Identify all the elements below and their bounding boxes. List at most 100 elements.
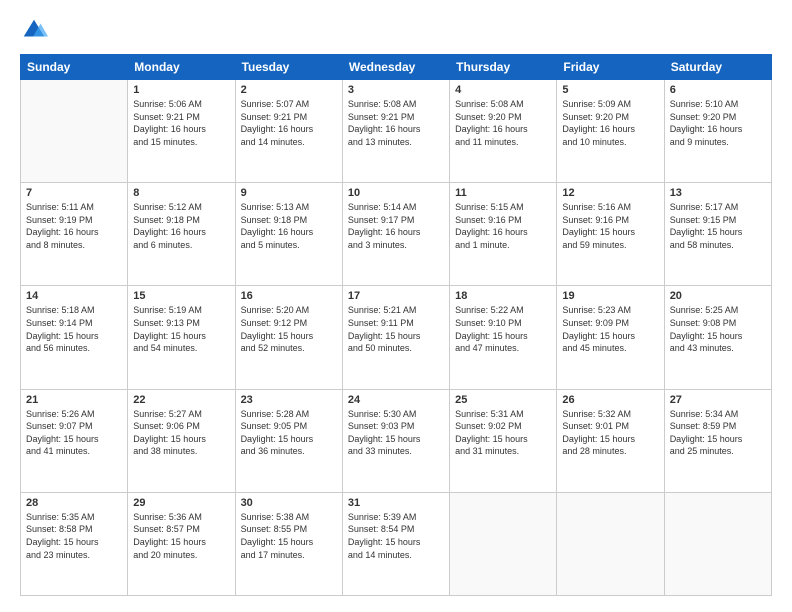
day-info: Sunrise: 5:18 AM Sunset: 9:14 PM Dayligh… [26, 304, 122, 354]
weekday-header-wednesday: Wednesday [342, 55, 449, 80]
day-info: Sunrise: 5:14 AM Sunset: 9:17 PM Dayligh… [348, 201, 444, 251]
day-number: 21 [26, 394, 122, 406]
day-number: 12 [562, 187, 658, 199]
day-number: 6 [670, 84, 766, 96]
day-info: Sunrise: 5:36 AM Sunset: 8:57 PM Dayligh… [133, 511, 229, 561]
day-info: Sunrise: 5:17 AM Sunset: 9:15 PM Dayligh… [670, 201, 766, 251]
day-number: 11 [455, 187, 551, 199]
logo-icon [20, 16, 48, 44]
calendar-cell: 26 Sunrise: 5:32 AM Sunset: 9:01 PM Dayli… [557, 389, 664, 492]
day-info: Sunrise: 5:31 AM Sunset: 9:02 PM Dayligh… [455, 408, 551, 458]
day-info: Sunrise: 5:08 AM Sunset: 9:21 PM Dayligh… [348, 98, 444, 148]
calendar-cell: 21 Sunrise: 5:26 AM Sunset: 9:07 PM Dayli… [21, 389, 128, 492]
calendar-cell: 13Sunrise: 5:17 AM Sunset: 9:15 PM Dayli… [664, 183, 771, 286]
calendar-cell: 16Sunrise: 5:20 AM Sunset: 9:12 PM Dayli… [235, 286, 342, 389]
day-info: Sunrise: 5:15 AM Sunset: 9:16 PM Dayligh… [455, 201, 551, 251]
calendar-table: SundayMondayTuesdayWednesdayThursdayFrid… [20, 54, 772, 596]
calendar-week-row: 28 Sunrise: 5:35 AM Sunset: 8:58 PM Dayli… [21, 492, 772, 595]
calendar-cell: 5 Sunrise: 5:09 AM Sunset: 9:20 PM Daylig… [557, 80, 664, 183]
weekday-header-saturday: Saturday [664, 55, 771, 80]
day-number: 10 [348, 187, 444, 199]
day-number: 19 [562, 290, 658, 302]
day-info: Sunrise: 5:23 AM Sunset: 9:09 PM Dayligh… [562, 304, 658, 354]
day-info: Sunrise: 5:07 AM Sunset: 9:21 PM Dayligh… [241, 98, 337, 148]
calendar-week-row: 1 Sunrise: 5:06 AM Sunset: 9:21 PM Daylig… [21, 80, 772, 183]
day-info: Sunrise: 5:38 AM Sunset: 8:55 PM Dayligh… [241, 511, 337, 561]
calendar-cell: 3 Sunrise: 5:08 AM Sunset: 9:21 PM Daylig… [342, 80, 449, 183]
calendar-cell [557, 492, 664, 595]
day-info: Sunrise: 5:25 AM Sunset: 9:08 PM Dayligh… [670, 304, 766, 354]
calendar-week-row: 7 Sunrise: 5:11 AM Sunset: 9:19 PM Daylig… [21, 183, 772, 286]
day-info: Sunrise: 5:27 AM Sunset: 9:06 PM Dayligh… [133, 408, 229, 458]
calendar-cell: 17 Sunrise: 5:21 AM Sunset: 9:11 PM Dayli… [342, 286, 449, 389]
day-info: Sunrise: 5:20 AM Sunset: 9:12 PM Dayligh… [241, 304, 337, 354]
day-number: 27 [670, 394, 766, 406]
calendar-cell: 6 Sunrise: 5:10 AM Sunset: 9:20 PM Daylig… [664, 80, 771, 183]
weekday-header-friday: Friday [557, 55, 664, 80]
calendar-cell: 2 Sunrise: 5:07 AM Sunset: 9:21 PM Daylig… [235, 80, 342, 183]
day-number: 15 [133, 290, 229, 302]
calendar-cell: 24Sunrise: 5:30 AM Sunset: 9:03 PM Dayli… [342, 389, 449, 492]
header [20, 16, 772, 44]
calendar-cell: 1 Sunrise: 5:06 AM Sunset: 9:21 PM Daylig… [128, 80, 235, 183]
calendar-cell: 9 Sunrise: 5:13 AM Sunset: 9:18 PM Daylig… [235, 183, 342, 286]
day-info: Sunrise: 5:39 AM Sunset: 8:54 PM Dayligh… [348, 511, 444, 561]
day-info: Sunrise: 5:16 AM Sunset: 9:16 PM Dayligh… [562, 201, 658, 251]
day-info: Sunrise: 5:22 AM Sunset: 9:10 PM Dayligh… [455, 304, 551, 354]
day-number: 24 [348, 394, 444, 406]
day-info: Sunrise: 5:28 AM Sunset: 9:05 PM Dayligh… [241, 408, 337, 458]
calendar-cell: 10 Sunrise: 5:14 AM Sunset: 9:17 PM Dayli… [342, 183, 449, 286]
calendar-cell [21, 80, 128, 183]
calendar-cell: 30 Sunrise: 5:38 AM Sunset: 8:55 PM Dayli… [235, 492, 342, 595]
day-number: 2 [241, 84, 337, 96]
day-number: 1 [133, 84, 229, 96]
day-info: Sunrise: 5:32 AM Sunset: 9:01 PM Dayligh… [562, 408, 658, 458]
day-number: 7 [26, 187, 122, 199]
weekday-header-sunday: Sunday [21, 55, 128, 80]
day-number: 31 [348, 497, 444, 509]
day-number: 4 [455, 84, 551, 96]
day-number: 18 [455, 290, 551, 302]
calendar-cell: 11 Sunrise: 5:15 AM Sunset: 9:16 PM Dayli… [450, 183, 557, 286]
day-info: Sunrise: 5:10 AM Sunset: 9:20 PM Dayligh… [670, 98, 766, 148]
day-number: 14 [26, 290, 122, 302]
calendar-cell: 28 Sunrise: 5:35 AM Sunset: 8:58 PM Dayli… [21, 492, 128, 595]
day-number: 28 [26, 497, 122, 509]
calendar-cell: 12 Sunrise: 5:16 AM Sunset: 9:16 PM Dayli… [557, 183, 664, 286]
calendar-cell: 20Sunrise: 5:25 AM Sunset: 9:08 PM Dayli… [664, 286, 771, 389]
calendar-cell: 15 Sunrise: 5:19 AM Sunset: 9:13 PM Dayli… [128, 286, 235, 389]
day-number: 29 [133, 497, 229, 509]
weekday-header-thursday: Thursday [450, 55, 557, 80]
day-info: Sunrise: 5:21 AM Sunset: 9:11 PM Dayligh… [348, 304, 444, 354]
calendar-week-row: 14 Sunrise: 5:18 AM Sunset: 9:14 PM Dayli… [21, 286, 772, 389]
day-number: 17 [348, 290, 444, 302]
day-info: Sunrise: 5:34 AM Sunset: 8:59 PM Dayligh… [670, 408, 766, 458]
day-number: 25 [455, 394, 551, 406]
day-info: Sunrise: 5:26 AM Sunset: 9:07 PM Dayligh… [26, 408, 122, 458]
calendar-cell: 27 Sunrise: 5:34 AM Sunset: 8:59 PM Dayli… [664, 389, 771, 492]
day-info: Sunrise: 5:19 AM Sunset: 9:13 PM Dayligh… [133, 304, 229, 354]
day-number: 9 [241, 187, 337, 199]
day-info: Sunrise: 5:06 AM Sunset: 9:21 PM Dayligh… [133, 98, 229, 148]
day-number: 30 [241, 497, 337, 509]
calendar-cell: 18 Sunrise: 5:22 AM Sunset: 9:10 PM Dayli… [450, 286, 557, 389]
calendar-week-row: 21 Sunrise: 5:26 AM Sunset: 9:07 PM Dayli… [21, 389, 772, 492]
day-info: Sunrise: 5:13 AM Sunset: 9:18 PM Dayligh… [241, 201, 337, 251]
calendar-cell: 22 Sunrise: 5:27 AM Sunset: 9:06 PM Dayli… [128, 389, 235, 492]
weekday-header-row: SundayMondayTuesdayWednesdayThursdayFrid… [21, 55, 772, 80]
day-info: Sunrise: 5:35 AM Sunset: 8:58 PM Dayligh… [26, 511, 122, 561]
day-number: 26 [562, 394, 658, 406]
day-info: Sunrise: 5:12 AM Sunset: 9:18 PM Dayligh… [133, 201, 229, 251]
day-info: Sunrise: 5:11 AM Sunset: 9:19 PM Dayligh… [26, 201, 122, 251]
weekday-header-monday: Monday [128, 55, 235, 80]
day-number: 5 [562, 84, 658, 96]
calendar-cell: 4 Sunrise: 5:08 AM Sunset: 9:20 PM Daylig… [450, 80, 557, 183]
day-info: Sunrise: 5:08 AM Sunset: 9:20 PM Dayligh… [455, 98, 551, 148]
logo [20, 16, 52, 44]
day-info: Sunrise: 5:09 AM Sunset: 9:20 PM Dayligh… [562, 98, 658, 148]
day-number: 22 [133, 394, 229, 406]
calendar-cell [450, 492, 557, 595]
day-number: 3 [348, 84, 444, 96]
weekday-header-tuesday: Tuesday [235, 55, 342, 80]
calendar-cell: 14 Sunrise: 5:18 AM Sunset: 9:14 PM Dayli… [21, 286, 128, 389]
